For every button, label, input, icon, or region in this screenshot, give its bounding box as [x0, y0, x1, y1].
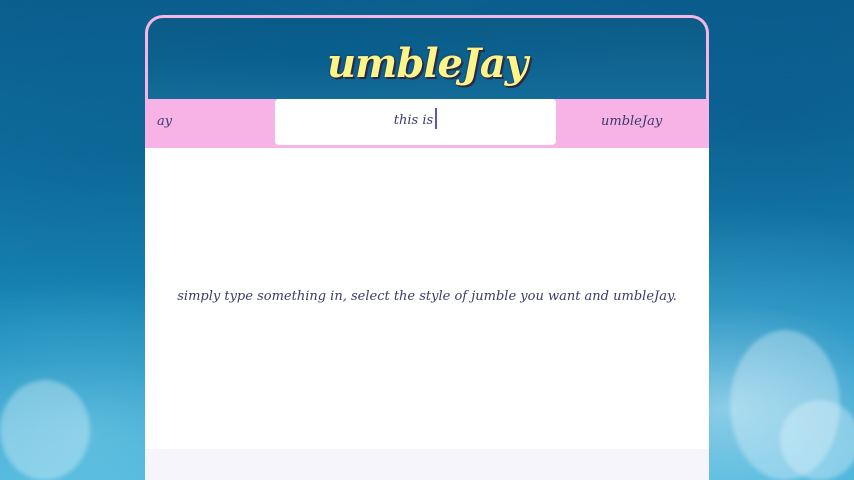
output-panel: simply type something in, select the sty…: [145, 148, 709, 449]
app-logo: umbleJay: [326, 40, 528, 87]
footer-strip: [145, 449, 709, 480]
app-window: umbleJay ay this is umbleJay simply type…: [145, 15, 709, 480]
input-bar: ay this is umbleJay: [145, 99, 709, 148]
next-style-button[interactable]: umbleJay: [601, 114, 662, 129]
text-caret: [435, 107, 438, 129]
text-input[interactable]: this is: [275, 99, 556, 145]
instruction-message: simply type something in, select the sty…: [177, 289, 677, 304]
ocean-foam: [780, 400, 854, 480]
text-input-value[interactable]: this is: [394, 113, 433, 128]
previous-style-button[interactable]: ay: [157, 114, 172, 129]
ocean-foam: [0, 380, 90, 480]
header: umbleJay: [145, 15, 709, 99]
